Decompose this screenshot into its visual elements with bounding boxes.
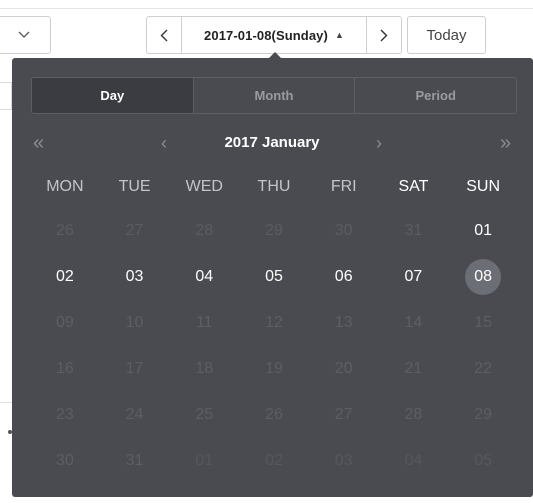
previous-date-button[interactable]	[146, 16, 182, 54]
next-month-icon[interactable]: ›	[376, 128, 382, 158]
tab-month[interactable]: Month	[194, 78, 356, 113]
calendar-day-selected[interactable]: 08	[448, 254, 518, 300]
calendar-day: 30	[55, 452, 74, 469]
month-navigation: « ‹ 2017 January › »	[12, 128, 533, 158]
divider	[0, 8, 533, 9]
calendar-day[interactable]: 28	[169, 208, 239, 254]
calendar-day: 25	[195, 406, 214, 423]
mode-tabs: Day Month Period	[31, 77, 517, 114]
calendar-day[interactable]: 02	[30, 254, 100, 300]
calendar-day: 02	[265, 452, 283, 469]
current-date-label: 2017-01-08(Sunday)	[204, 27, 328, 43]
calendar-day: 26	[265, 406, 283, 423]
calendar-day: 13	[334, 314, 353, 331]
calendar-day[interactable]: 27	[100, 208, 170, 254]
calendar-day: 29	[474, 406, 493, 423]
next-year-icon[interactable]: »	[500, 128, 511, 158]
calendar-day[interactable]: 05	[239, 254, 309, 300]
calendar-day: 19	[265, 360, 283, 377]
previous-year-icon[interactable]: «	[33, 128, 44, 158]
weekday-label: SAT	[398, 178, 429, 195]
weekday-label: MON	[46, 178, 84, 195]
day-grid: 26 27 28 29 30 31 01 02 03 04 05 06 07 08 09 10 11 12 13 14…	[30, 208, 518, 484]
calendar-day: 15	[474, 314, 493, 331]
weekday-label: SUN	[466, 178, 501, 195]
calendar-day: 09	[55, 314, 74, 331]
weekday-label: TUE	[118, 178, 151, 195]
calendar-day[interactable]: 31	[379, 208, 449, 254]
chevron-left-icon	[160, 29, 168, 41]
month-title: 2017 January	[224, 134, 320, 151]
caret-up-icon: ▲	[334, 30, 344, 40]
calendar-day: 18	[195, 360, 214, 377]
calendar-day: 22	[474, 360, 493, 377]
weekday-header: MON TUE WED THU FRI SAT SUN	[30, 174, 518, 200]
calendar-day: 03	[334, 452, 353, 469]
calendar-day: 12	[265, 314, 283, 331]
chevron-right-icon	[380, 29, 388, 41]
background-panel-edge	[0, 82, 12, 110]
calendar-day: 04	[404, 452, 423, 469]
calendar-day[interactable]: 29	[239, 208, 309, 254]
calendar-day[interactable]: 04	[169, 254, 239, 300]
calendar-day[interactable]: 30	[309, 208, 379, 254]
previous-month-icon[interactable]: ‹	[161, 128, 167, 158]
calendar-day[interactable]: 07	[379, 254, 449, 300]
calendar-day: 01	[195, 452, 214, 469]
calendar-day: 31	[125, 452, 144, 469]
calendar-day: 16	[55, 360, 74, 377]
calendar-day[interactable]: 06	[309, 254, 379, 300]
weekday-label: FRI	[330, 178, 357, 195]
calendar-day: 10	[125, 314, 144, 331]
calendar-day: 05	[474, 452, 493, 469]
tab-period[interactable]: Period	[355, 78, 516, 113]
selected-day-label: 08	[465, 259, 502, 295]
calendar-day: 27	[334, 406, 353, 423]
view-dropdown-button[interactable]	[0, 16, 51, 54]
calendar-day: 11	[195, 314, 213, 331]
weekday-label: WED	[185, 178, 223, 195]
date-picker-popup: Day Month Period « ‹ 2017 January › » MO…	[12, 58, 533, 497]
calendar-day[interactable]: 26	[30, 208, 100, 254]
calendar-day: 28	[404, 406, 423, 423]
calendar-day[interactable]: 03	[100, 254, 170, 300]
divider	[0, 402, 12, 403]
calendar-day: 17	[125, 360, 144, 377]
weekday-label: THU	[257, 178, 291, 195]
tab-day[interactable]: Day	[32, 78, 194, 113]
calendar-day[interactable]: 01	[448, 208, 518, 254]
calendar-day: 24	[125, 406, 144, 423]
date-picker-toggle[interactable]: 2017-01-08(Sunday) ▲	[181, 16, 367, 54]
next-date-button[interactable]	[366, 16, 402, 54]
calendar-day: 20	[334, 360, 353, 377]
calendar-day: 14	[404, 314, 423, 331]
chevron-down-icon	[18, 31, 29, 38]
calendar-day: 23	[55, 406, 74, 423]
today-button[interactable]: Today	[407, 16, 486, 54]
calendar-day: 21	[404, 360, 423, 377]
